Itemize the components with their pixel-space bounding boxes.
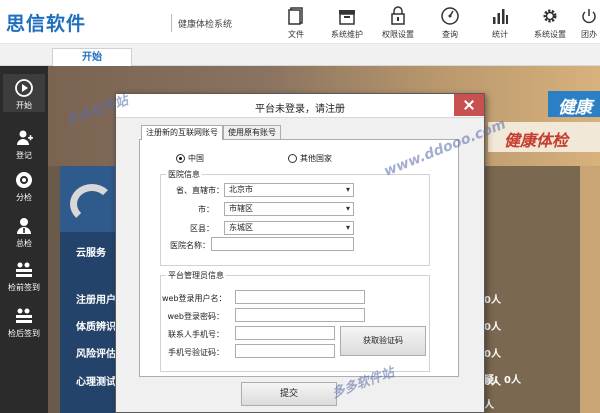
dialog-title: 平台未登录，请注册: [255, 104, 345, 115]
district-select[interactable]: 东城区: [224, 221, 354, 235]
play-icon: [15, 79, 33, 97]
header-divider: [171, 14, 172, 32]
stats-row-psych: 心理测试: [76, 377, 116, 388]
nav-item-register[interactable]: 登记: [3, 124, 45, 162]
radio-other-label: 其他国家: [300, 154, 332, 163]
add-user-icon: [17, 130, 33, 145]
toolbar-group-button[interactable]: 团办: [578, 4, 600, 40]
stats-row-constitution: 体质辨识: [76, 322, 116, 333]
hospital-name-label: 医院名称：: [170, 241, 210, 250]
bar-chart-icon: [493, 9, 508, 24]
nav-item-summary-label: 总检: [16, 239, 32, 248]
web-password-input[interactable]: [235, 308, 365, 322]
hospital-info-title: 医院信息: [166, 169, 202, 180]
submit-button[interactable]: 提交: [241, 382, 337, 406]
banner-title: 健康: [558, 98, 592, 118]
nav-item-checkin-after-label: 检后签到: [8, 329, 40, 338]
system-name: 健康体检系统: [178, 20, 233, 30]
web-username-input[interactable]: [235, 290, 365, 304]
toolbar-permission-label: 权限设置: [382, 30, 414, 39]
app-header: 思信软件 健康体检系统 文件 系统维护 权限设置 查询 统计 系统设置 团办: [0, 0, 600, 44]
banner-subtitle: 健康体检: [504, 131, 569, 150]
stats-row-users: 注册用户: [76, 295, 116, 306]
nav-item-exam-label: 分检: [16, 193, 32, 202]
web-password-label: web登录密码：: [167, 312, 224, 321]
dialog-titlebar: 平台未登录，请注册: [116, 94, 484, 118]
contact-phone-label: 联系人手机号：: [168, 330, 224, 339]
tab-use-existing[interactable]: 使用原有账号: [223, 125, 281, 139]
doctor-icon: [17, 218, 31, 234]
folder-icon: [339, 10, 355, 25]
sms-code-input[interactable]: [235, 344, 335, 358]
toolbar-group-label: 团办: [581, 30, 597, 39]
toolbar-stats-label: 统计: [492, 30, 508, 39]
contact-phone-input[interactable]: [235, 326, 335, 340]
nav-item-start-label: 开始: [16, 101, 32, 110]
city-select[interactable]: 市辖区: [224, 202, 354, 216]
nav-item-start[interactable]: 开始: [3, 74, 45, 112]
stats-value: 疑：0人: [484, 375, 521, 386]
stats-value: 0人: [484, 349, 501, 360]
radio-selected-indicator: [176, 154, 185, 163]
stats-row-cloud: 云服务: [76, 248, 106, 259]
city-label: 市：: [198, 205, 214, 214]
hospital-name-input[interactable]: [211, 237, 354, 251]
file-icon: [288, 7, 303, 25]
toolbar-permission-button[interactable]: 权限设置: [376, 4, 420, 40]
tab-register-new[interactable]: 注册新的互联网账号: [141, 125, 223, 140]
nav-item-exam[interactable]: 分检: [3, 166, 45, 204]
nav-item-register-label: 登记: [16, 151, 32, 160]
close-button[interactable]: [454, 94, 484, 116]
province-label: 省、直辖市：: [176, 186, 224, 195]
stats-value: 0人: [484, 322, 501, 333]
gauge-icon: [441, 7, 459, 25]
nav-item-checkin-after[interactable]: 检后签到: [3, 302, 45, 340]
sms-code-label: 手机号验证码：: [168, 348, 224, 357]
power-icon: [582, 9, 596, 24]
stats-row-risk: 风险评估: [76, 349, 116, 360]
web-username-label: web登录用户名：: [162, 294, 227, 303]
gear-icon: [543, 9, 557, 23]
radio-china[interactable]: 中国: [176, 153, 204, 164]
radio-china-label: 中国: [188, 154, 204, 163]
stats-value: 0人: [484, 295, 501, 306]
sign-in-icon: [16, 262, 32, 277]
radio-indicator: [288, 154, 297, 163]
tab-strip: 开始: [0, 44, 600, 66]
stats-value: 人: [484, 400, 494, 411]
register-dialog: 平台未登录，请注册 注册新的互联网账号 使用原有账号 中国 其他国家 医院信息 …: [115, 93, 485, 413]
toolbar-file-label: 文件: [288, 30, 304, 39]
lock-icon: [391, 6, 405, 25]
stats-right-edge: [580, 166, 600, 413]
toolbar-query-button[interactable]: 查询: [428, 4, 472, 40]
district-label: 区县：: [190, 224, 214, 233]
toolbar-settings-label: 系统设置: [534, 30, 566, 39]
tab-start[interactable]: 开始: [52, 48, 132, 66]
toolbar-file-button[interactable]: 文件: [274, 4, 318, 40]
toolbar-settings-button[interactable]: 系统设置: [528, 4, 572, 40]
nav-item-checkin-before-label: 检前签到: [8, 283, 40, 292]
app-logo: 思信软件: [6, 13, 87, 35]
toolbar-stats-button[interactable]: 统计: [478, 4, 522, 40]
toolbar-maintenance-button[interactable]: 系统维护: [325, 4, 369, 40]
side-nav: 开始 登记 分检 总检 检前签到 检后签到: [0, 66, 48, 413]
camera-icon: [16, 172, 32, 188]
stats-panel-arc: [70, 184, 114, 224]
admin-info-title: 平台管理员信息: [166, 270, 226, 281]
nav-item-checkin-before[interactable]: 检前签到: [3, 256, 45, 294]
sign-out-icon: [16, 308, 32, 323]
get-code-button[interactable]: 获取验证码: [340, 326, 426, 356]
nav-item-summary[interactable]: 总检: [3, 212, 45, 250]
toolbar-query-label: 查询: [442, 30, 458, 39]
toolbar-maintenance-label: 系统维护: [331, 30, 363, 39]
radio-other-country[interactable]: 其他国家: [288, 153, 332, 164]
province-select[interactable]: 北京市: [224, 183, 354, 197]
